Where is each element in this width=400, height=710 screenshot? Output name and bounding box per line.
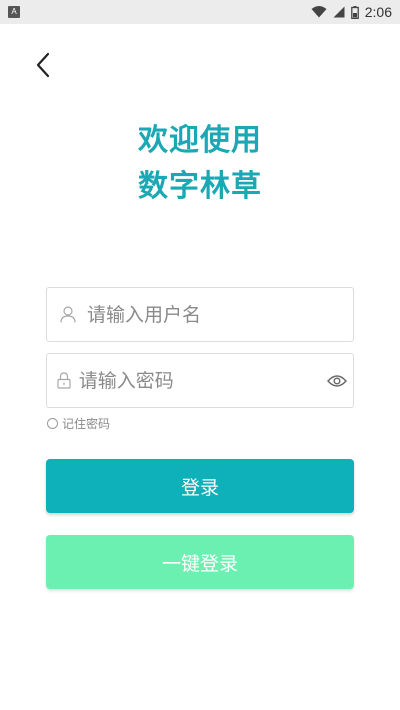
wifi-icon <box>311 6 327 18</box>
user-icon <box>47 306 87 323</box>
eye-icon[interactable] <box>322 374 353 388</box>
chevron-left-icon <box>36 52 50 78</box>
welcome-title-line2: 数字林草 <box>138 169 262 204</box>
battery-icon <box>350 5 359 19</box>
password-input[interactable] <box>78 354 322 407</box>
username-field[interactable] <box>46 287 354 342</box>
status-indicators: 2:06 <box>311 4 392 20</box>
lock-icon <box>47 372 79 389</box>
welcome-title: 欢迎使用 数字林草 <box>0 118 400 210</box>
login-button[interactable]: 登录 <box>46 459 354 513</box>
quick-login-button[interactable]: 一键登录 <box>46 535 354 589</box>
remember-password-label: 记住密码 <box>62 417 111 431</box>
app-notification-icon: A <box>8 6 20 18</box>
password-field[interactable] <box>46 353 354 408</box>
status-bar: A 2:06 <box>0 0 400 24</box>
remember-password-option[interactable]: 记住密码 <box>47 415 110 432</box>
remember-password-radio[interactable] <box>47 418 58 429</box>
back-button[interactable] <box>28 48 58 82</box>
welcome-title-line1: 欢迎使用 <box>138 123 262 158</box>
username-input[interactable] <box>87 288 353 341</box>
login-screen: A 2:06 欢迎使用 数字林草 请输入用户名 记住密码 登录 一键登录 <box>0 0 400 710</box>
status-time: 2:06 <box>364 4 392 20</box>
cellular-signal-icon <box>333 6 345 18</box>
